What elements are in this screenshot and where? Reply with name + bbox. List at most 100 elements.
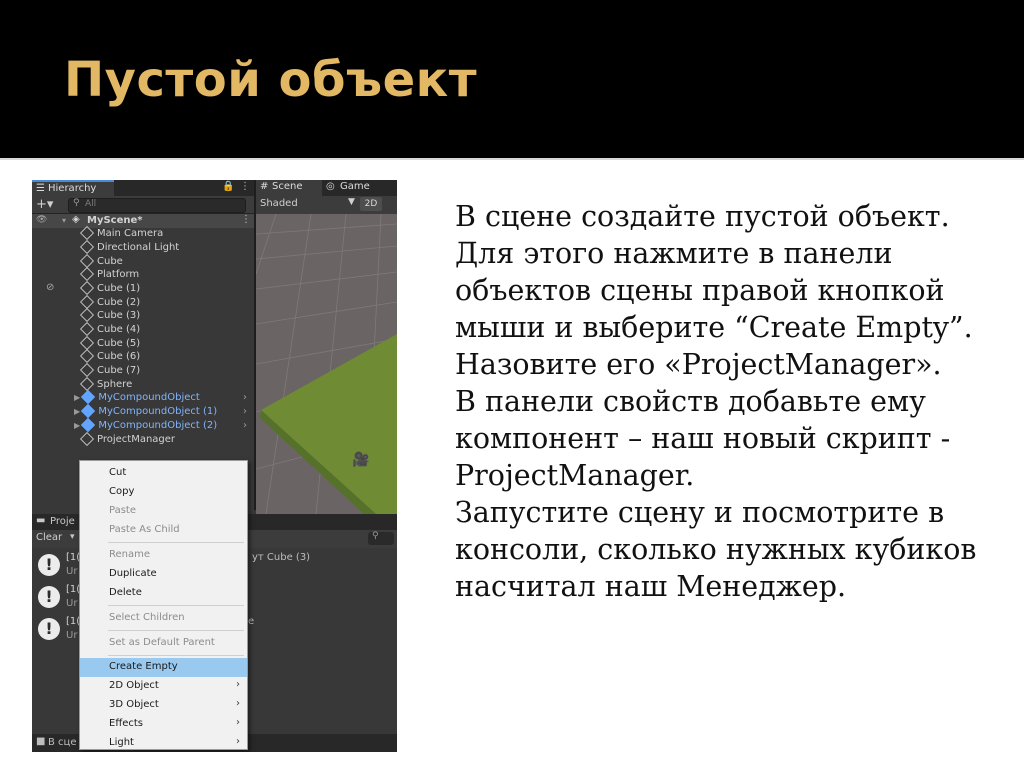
scene-toolbar: Shaded ▼ 2D <box>256 196 397 214</box>
menu-item-2d-object[interactable]: 2D Object › <box>80 677 247 696</box>
expand-arrow-icon[interactable]: ▶ <box>74 393 80 402</box>
panel-menu-icon[interactable]: ⋮ <box>240 181 250 192</box>
list-item[interactable]: Cube (1) <box>79 280 140 296</box>
tab-game[interactable]: ◎ Game <box>322 180 382 196</box>
scene-render <box>256 214 397 514</box>
list-item[interactable]: Directional Light <box>79 239 179 255</box>
log-message-tail: ут Cube (3) <box>252 552 311 563</box>
menu-item-create-empty[interactable]: Create Empty <box>80 658 247 677</box>
scene-viewport[interactable]: 🎥 <box>256 214 397 514</box>
prefab-icon <box>81 389 96 405</box>
list-item[interactable]: Platform <box>79 266 139 282</box>
add-object-button[interactable]: +▾ <box>36 197 53 212</box>
tab-hierarchy-label: Hierarchy <box>48 183 97 194</box>
menu-divider <box>108 605 244 606</box>
chevron-right-icon: › <box>236 717 240 728</box>
search-icon: ⚲ <box>372 531 379 541</box>
menu-item-light[interactable]: Light › <box>80 734 247 752</box>
camera-gizmo-icon[interactable]: 🎥 <box>352 452 369 468</box>
warning-icon: ! <box>38 586 60 608</box>
shading-mode-dropdown[interactable]: Shaded <box>260 198 298 209</box>
info-icon: ■ <box>36 736 46 747</box>
search-placeholder: All <box>85 199 97 209</box>
gameobject-icon <box>79 431 95 447</box>
slide-title: Пустой объект <box>64 52 478 108</box>
chevron-down-icon[interactable]: ▾ <box>70 532 75 542</box>
menu-item-delete[interactable]: Delete <box>80 584 247 603</box>
gameobject-icon <box>79 225 95 241</box>
console-search-input[interactable]: ⚲ <box>368 531 394 545</box>
menu-item-rename[interactable]: Rename <box>80 546 247 565</box>
instruction-paragraph: Запустите сцену и посмотрите в консоли, … <box>455 496 977 603</box>
menu-item-effects[interactable]: Effects › <box>80 715 247 734</box>
menu-item-copy[interactable]: Copy <box>80 483 247 502</box>
lock-icon[interactable]: 🔒 <box>222 181 234 192</box>
expand-arrow-icon[interactable]: ▶ <box>74 421 80 430</box>
list-item[interactable]: Cube (4) <box>79 321 140 337</box>
chevron-right-icon[interactable]: › <box>243 392 247 403</box>
list-item[interactable]: Main Camera <box>79 225 163 241</box>
tab-project-label[interactable]: Proje <box>50 516 75 527</box>
list-item[interactable]: Cube (2) <box>79 294 140 310</box>
list-item[interactable]: ▶ MyCompoundObject <box>74 389 200 405</box>
instruction-paragraph: В сцене создайте пустой объект. Для этог… <box>455 200 973 381</box>
list-item[interactable]: Cube (3) <box>79 307 140 323</box>
scene-menu-icon[interactable]: ⋮ <box>241 214 251 225</box>
toggle-2d-button[interactable]: 2D <box>360 197 382 211</box>
menu-item-paste-as-child[interactable]: Paste As Child <box>80 521 247 540</box>
menu-item-duplicate[interactable]: Duplicate <box>80 565 247 584</box>
hierarchy-list-icon: ☰ <box>36 183 45 194</box>
log-source: Ur <box>66 630 78 641</box>
list-item[interactable]: ProjectManager <box>79 431 175 447</box>
gameobject-icon <box>79 307 95 323</box>
scene-root-row[interactable]: 👁 ▾ ◈ MyScene* ⋮ <box>32 214 254 228</box>
list-item[interactable]: Cube <box>79 253 123 269</box>
expand-arrow-icon[interactable]: ▾ <box>62 216 66 225</box>
prefab-icon <box>81 417 96 433</box>
gameobject-icon <box>79 348 95 364</box>
context-menu: Cut Copy Paste Paste As Child Rename Dup… <box>79 460 248 750</box>
warning-icon: ! <box>38 618 60 640</box>
menu-item-set-default-parent[interactable]: Set as Default Parent <box>80 634 247 653</box>
menu-item-select-children[interactable]: Select Children <box>80 609 247 628</box>
list-item[interactable]: Cube (6) <box>79 348 140 364</box>
chevron-right-icon[interactable]: › <box>243 420 247 431</box>
gameobject-icon <box>79 321 95 337</box>
list-item[interactable]: Cube (5) <box>79 335 140 351</box>
list-item[interactable]: ▶ MyCompoundObject (2) <box>74 417 217 433</box>
chevron-down-icon[interactable]: ▼ <box>348 197 355 207</box>
tab-hierarchy[interactable]: ☰ Hierarchy <box>32 180 114 196</box>
folder-icon: ▬ <box>36 515 46 526</box>
menu-item-3d-object[interactable]: 3D Object › <box>80 696 247 715</box>
list-item[interactable]: Cube (7) <box>79 362 140 378</box>
gameobject-icon <box>79 362 95 378</box>
clear-button[interactable]: Clear <box>36 532 62 543</box>
hidden-object-icon[interactable]: ⊘ <box>46 282 54 293</box>
visibility-icon[interactable]: 👁 <box>36 215 47 225</box>
slide-body-text: В сцене создайте пустой объект. Для этог… <box>455 198 995 605</box>
hierarchy-search-input[interactable]: ⚲ All <box>68 198 246 213</box>
tab-scene-label: Scene <box>272 181 303 192</box>
log-source: Ur <box>66 566 78 577</box>
title-divider <box>0 158 1024 160</box>
warning-icon: ! <box>38 554 60 576</box>
menu-item-paste[interactable]: Paste <box>80 502 247 521</box>
status-text: В сце <box>48 737 77 748</box>
gamepad-icon: ◎ <box>326 181 335 192</box>
gameobject-icon <box>79 239 95 255</box>
menu-item-cut[interactable]: Cut <box>80 464 247 483</box>
tab-scene[interactable]: # Scene <box>256 180 322 196</box>
gameobject-icon <box>79 280 95 296</box>
menu-divider <box>108 542 244 543</box>
chevron-right-icon[interactable]: › <box>243 406 247 417</box>
expand-arrow-icon[interactable]: ▶ <box>74 407 80 416</box>
search-icon: ⚲ <box>73 198 80 208</box>
chevron-right-icon: › <box>236 698 240 709</box>
scene-name: MyScene* <box>87 215 143 226</box>
tab-game-label: Game <box>340 181 370 192</box>
list-item[interactable]: Sphere <box>79 376 132 392</box>
list-item[interactable]: ▶ MyCompoundObject (1) <box>74 403 217 419</box>
title-bar: Пустой объект <box>0 0 1024 158</box>
unity-editor-screenshot: ☰ Hierarchy 🔒 ⋮ +▾ ⚲ All 👁 ▾ ◈ MyScene* … <box>32 180 397 752</box>
log-source: Ur <box>66 598 78 609</box>
